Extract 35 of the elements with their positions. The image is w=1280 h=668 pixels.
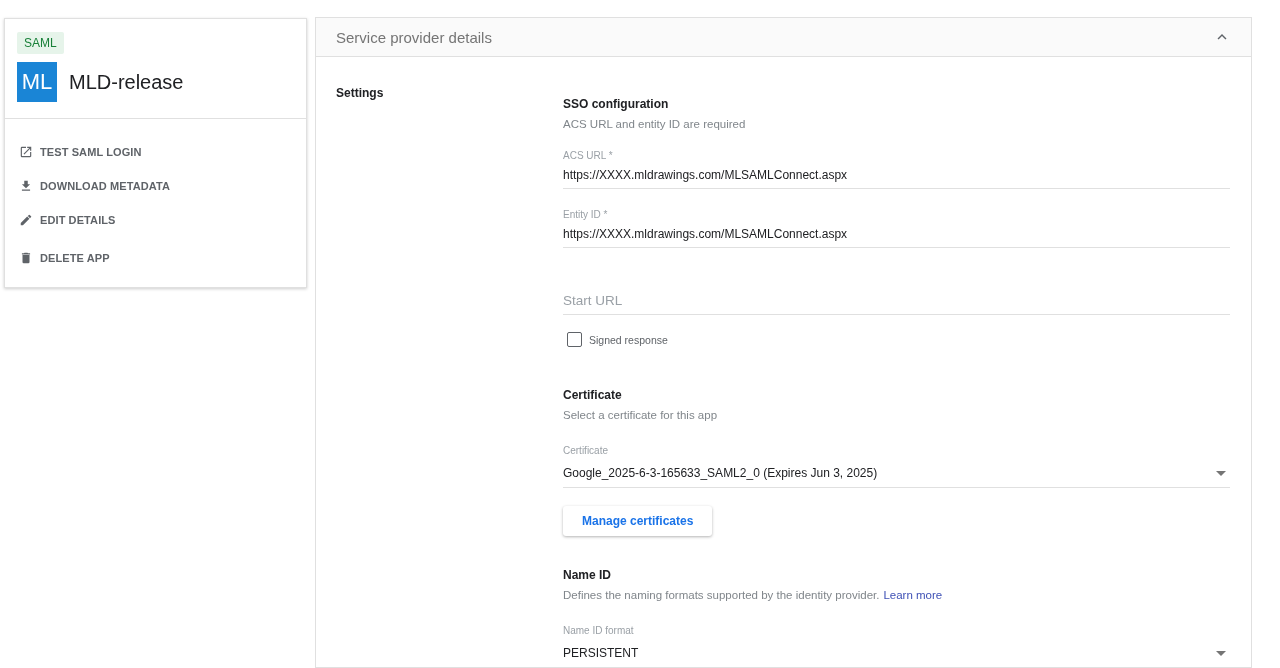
action-link[interactable]: EDIT DETAILS bbox=[19, 203, 306, 237]
field-label: Name ID format bbox=[563, 625, 634, 636]
pencil-icon bbox=[19, 213, 33, 227]
caret-icon bbox=[1216, 470, 1226, 476]
manage-certificates-button[interactable]: Manage certificates bbox=[563, 506, 713, 536]
saml-badge: SAML bbox=[17, 32, 64, 54]
url-field[interactable]: https://XXXX.mldrawings.com/MLSAMLConnect.aspx bbox=[563, 220, 1230, 248]
section-heading: Certificate bbox=[563, 388, 622, 402]
trash-icon bbox=[19, 251, 33, 265]
external-link-icon bbox=[19, 145, 33, 159]
checkbox[interactable] bbox=[567, 332, 582, 347]
certificate-select[interactable]: Google_2025-6-3-165633_SAML2_0 (Expires Jun 3, 2025) bbox=[563, 456, 1230, 488]
action-link[interactable]: DELETE APP bbox=[19, 241, 306, 275]
app-avatar: ML bbox=[17, 62, 57, 102]
section-heading: SSO configuration bbox=[563, 97, 669, 111]
url-field[interactable]: Start URL bbox=[563, 286, 1230, 315]
checkbox-label: Signed response bbox=[589, 333, 668, 346]
field-label: ACS URL * bbox=[563, 150, 614, 161]
field-label: Entity ID * bbox=[563, 209, 609, 220]
section-heading: Name ID bbox=[563, 568, 612, 582]
section-label: Settings bbox=[336, 86, 384, 100]
section-description: Defines the naming formats supported by the identity provider. bbox=[563, 589, 880, 601]
panel-title: Service provider details bbox=[336, 28, 492, 46]
caret-icon bbox=[1216, 650, 1226, 656]
section-subtitle: ACS URL and entity ID are required bbox=[563, 118, 746, 130]
learn-more-link[interactable]: Learn more bbox=[883, 589, 943, 601]
section-subtitle: Select a certificate for this app bbox=[563, 409, 718, 421]
download-icon bbox=[19, 179, 33, 193]
action-link[interactable]: DOWNLOAD METADATA bbox=[19, 169, 306, 203]
panel-header[interactable]: Service provider details bbox=[316, 18, 1251, 57]
url-field[interactable]: https://XXXX.mldrawings.com/MLSAMLConnect.aspx bbox=[563, 161, 1230, 189]
name-id-format-select[interactable]: PERSISTENT bbox=[563, 636, 1230, 668]
app-name: MLD-release bbox=[69, 70, 184, 94]
action-link[interactable]: TEST SAML LOGIN bbox=[19, 135, 306, 169]
field-label: Certificate bbox=[563, 445, 608, 456]
